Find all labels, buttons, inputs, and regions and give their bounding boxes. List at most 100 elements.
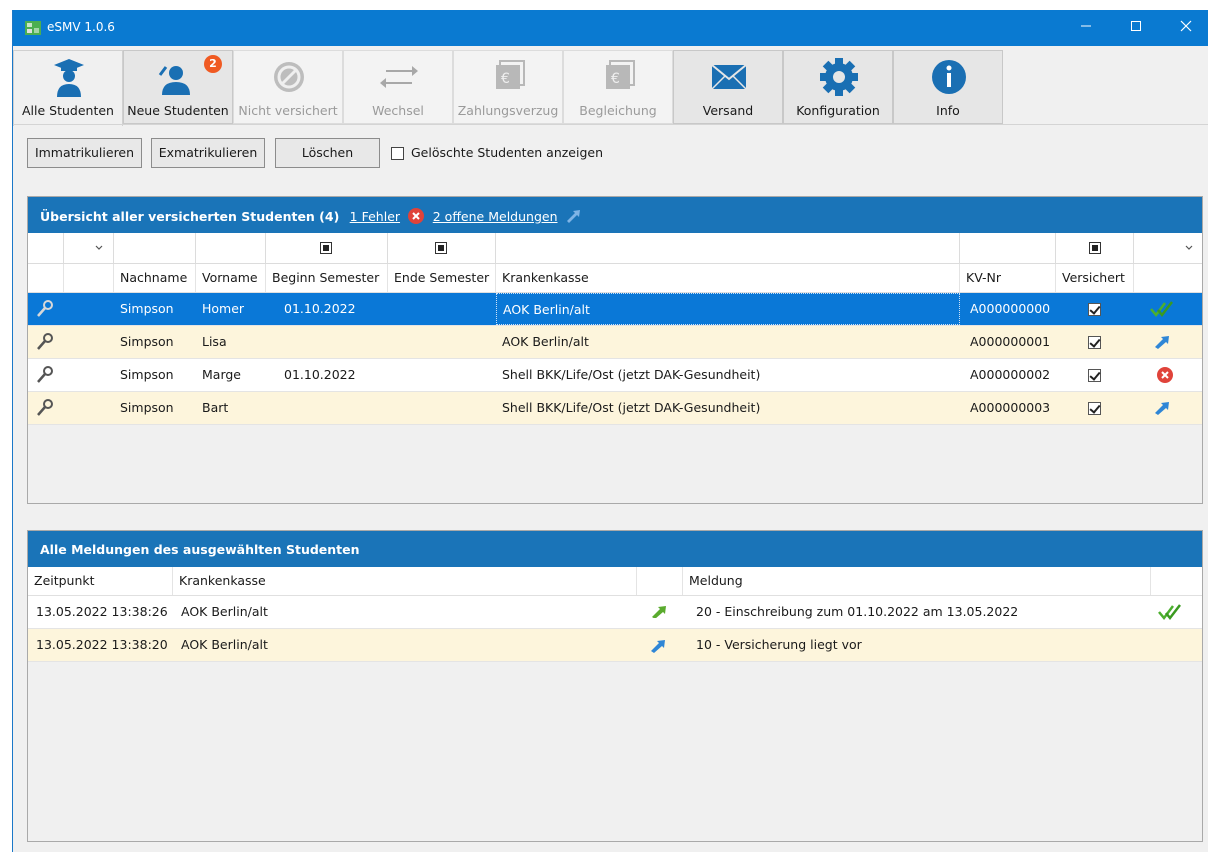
header-kvnr[interactable]: KV-Nr (960, 264, 1056, 292)
table-row[interactable]: Simpson Marge 01.10.2022 Shell BKK/Life/… (28, 359, 1202, 392)
filter-cell[interactable] (28, 233, 64, 263)
show-deleted-checkbox[interactable] (391, 147, 404, 160)
tab-label: Versand (702, 103, 754, 118)
table-row[interactable]: Simpson Bart Shell BKK/Life/Ost (jetzt D… (28, 392, 1202, 425)
close-icon (1180, 20, 1192, 32)
errors-link[interactable]: 1 Fehler (350, 209, 400, 224)
filter-versichert[interactable] (1056, 233, 1134, 263)
messages-panel-header: Alle Meldungen des ausgewählten Studente… (28, 531, 1202, 567)
euro-paid-icon: € (606, 60, 635, 89)
versichert-checkbox[interactable] (1088, 303, 1101, 316)
students-panel-title: Übersicht aller versicherten Studenten (… (40, 208, 582, 224)
tab-wechsel[interactable]: Wechsel (343, 50, 453, 124)
graduate-icon (54, 59, 84, 97)
header-beginn[interactable]: Beginn Semester (266, 264, 388, 292)
window-title: eSMV 1.0.6 (47, 20, 115, 34)
app-icon (25, 21, 41, 35)
cell-kvnr: A000000000 (970, 301, 1051, 316)
filter-dropdown[interactable] (64, 233, 114, 263)
header-krankenkasse[interactable]: Krankenkasse (173, 567, 637, 595)
table-row[interactable]: Simpson Lisa AOK Berlin/alt A000000001 (28, 326, 1202, 359)
edit-key-icon[interactable] (36, 399, 54, 417)
cell-krankenkasse: AOK Berlin/alt (181, 637, 268, 652)
tab-begleichung[interactable]: € Begleichung (563, 50, 673, 124)
students-panel-header: Übersicht aller versicherten Studenten (… (28, 197, 1202, 233)
header-ende[interactable]: Ende Semester (388, 264, 496, 292)
filter-checkbox[interactable] (1089, 242, 1101, 254)
cell-kvnr: A000000002 (970, 367, 1051, 382)
messages-panel-title: Alle Meldungen des ausgewählten Studente… (40, 542, 360, 557)
cell-nachname: Simpson (120, 400, 174, 415)
cell-kvnr: A000000001 (970, 334, 1051, 349)
table-row[interactable]: Simpson Homer 01.10.2022 AOK Berlin/alt … (28, 293, 1202, 326)
filter-status-dropdown[interactable] (1134, 233, 1202, 263)
open-messages-link[interactable]: 2 offene Meldungen (433, 209, 558, 224)
cell-vorname: Homer (202, 301, 245, 316)
euro-overdue-icon: € (496, 60, 525, 89)
message-row[interactable]: 13.05.2022 13:38:20 AOK Berlin/alt 10 - … (28, 629, 1202, 662)
svg-text:€: € (611, 71, 620, 87)
versichert-checkbox[interactable] (1088, 369, 1101, 382)
messages-panel: Alle Meldungen des ausgewählten Studente… (27, 530, 1203, 842)
filter-vorname[interactable] (196, 233, 266, 263)
cell-vorname: Lisa (202, 334, 227, 349)
filter-row (28, 233, 1202, 264)
cell-ende (388, 326, 496, 358)
cell-vorname: Marge (202, 367, 241, 382)
cell-krankenkasse: Shell BKK/Life/Ost (jetzt DAK-Gesundheit… (502, 367, 761, 382)
send-arrow-icon (1155, 336, 1169, 349)
error-icon (1157, 367, 1173, 383)
versichert-checkbox[interactable] (1088, 336, 1101, 349)
tab-info[interactable]: Info (893, 50, 1003, 124)
title-bar: eSMV 1.0.6 (13, 10, 1208, 46)
tab-nicht-versichert[interactable]: Nicht versichert (233, 50, 343, 124)
tab-label: Konfiguration (796, 103, 880, 118)
cell-krankenkasse: AOK Berlin/alt (502, 334, 589, 349)
filter-beginn[interactable] (266, 233, 388, 263)
minimize-icon (1081, 25, 1091, 27)
tab-label: Neue Studenten (127, 103, 229, 118)
tab-versand[interactable]: Versand (673, 50, 783, 124)
maximize-button[interactable] (1113, 10, 1159, 46)
header-zeitpunkt[interactable]: Zeitpunkt (28, 567, 173, 595)
versichert-checkbox[interactable] (1088, 402, 1101, 415)
cell-nachname: Simpson (120, 367, 174, 382)
minimize-button[interactable] (1063, 10, 1109, 46)
tab-konfiguration[interactable]: Konfiguration (783, 50, 893, 124)
exmatrikulieren-button[interactable]: Exmatrikulieren (151, 138, 265, 168)
edit-key-icon[interactable] (36, 333, 54, 351)
filter-nachname[interactable] (114, 233, 196, 263)
cell-nachname: Simpson (120, 301, 174, 316)
loeschen-button[interactable]: Löschen (275, 138, 380, 168)
close-button[interactable] (1163, 10, 1208, 46)
filter-krankenkasse[interactable] (496, 233, 960, 263)
tab-zahlungsverzug[interactable]: € Zahlungsverzug (453, 50, 563, 124)
edit-key-icon[interactable] (36, 300, 54, 318)
tab-neue-studenten[interactable]: 2 Neue Studenten (123, 50, 233, 124)
show-deleted-label: Gelöschte Studenten anzeigen (411, 145, 604, 160)
tab-alle-studenten[interactable]: Alle Studenten (13, 50, 123, 126)
message-row[interactable]: 13.05.2022 13:38:26 AOK Berlin/alt 20 - … (28, 596, 1202, 629)
filter-kvnr[interactable] (960, 233, 1056, 263)
header-nachname[interactable]: Nachname (114, 264, 196, 292)
tab-label: Zahlungsverzug (457, 103, 559, 118)
cell-krankenkasse: AOK Berlin/alt (496, 293, 960, 325)
filter-ende[interactable] (388, 233, 496, 263)
header-krankenkasse[interactable]: Krankenkasse (496, 264, 960, 292)
send-arrow-icon (1155, 402, 1169, 415)
envelope-icon (711, 64, 747, 90)
cell-krankenkasse: AOK Berlin/alt (181, 604, 268, 619)
header-versichert[interactable]: Versichert (1056, 264, 1134, 292)
immatrikulieren-button[interactable]: Immatrikulieren (27, 138, 142, 168)
tab-label: Alle Studenten (22, 103, 114, 118)
edit-key-icon[interactable] (36, 366, 54, 384)
header-vorname[interactable]: Vorname (196, 264, 266, 292)
filter-checkbox[interactable] (320, 242, 332, 254)
header-meldung[interactable]: Meldung (683, 567, 1151, 595)
header-direction (637, 567, 683, 595)
students-panel: Übersicht aller versicherten Studenten (… (27, 196, 1203, 504)
header-cell (28, 264, 64, 292)
cell-nachname: Simpson (120, 334, 174, 349)
filter-checkbox[interactable] (435, 242, 447, 254)
chevron-down-icon (1185, 245, 1193, 250)
